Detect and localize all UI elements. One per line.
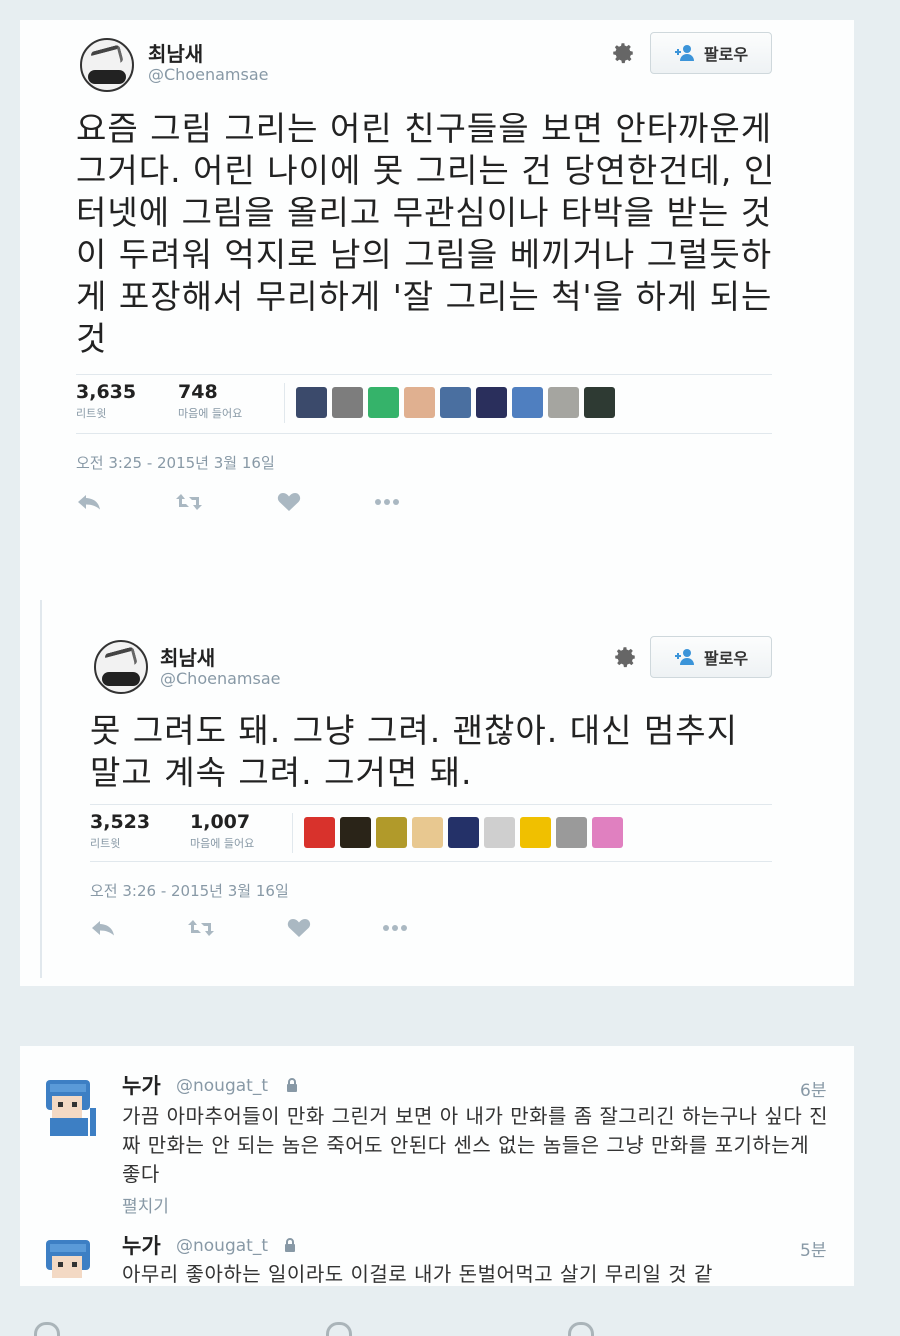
- user-avatar[interactable]: [80, 38, 134, 92]
- heart-icon[interactable]: [568, 1322, 594, 1336]
- liker-avatar[interactable]: [296, 387, 327, 418]
- gear-icon[interactable]: [610, 40, 636, 66]
- list-item[interactable]: 누가 @nougat_t 6분 가끔 아마추어들이 만화 그린거 보면 아 내가…: [20, 1046, 854, 1226]
- liker-avatar[interactable]: [592, 817, 623, 848]
- retweet-stat[interactable]: 3,635 리트윗: [76, 381, 136, 421]
- liker-avatar[interactable]: [440, 387, 471, 418]
- more-icon[interactable]: [382, 918, 408, 938]
- liker-avatar[interactable]: [512, 387, 543, 418]
- tweet-text: 요즘 그림 그리는 어린 친구들을 보면 안타까운게 그거다. 어린 나이에 못…: [76, 109, 776, 358]
- follow-label: 팔로우: [703, 649, 749, 668]
- reply-time[interactable]: 6분: [800, 1076, 826, 1101]
- user-handle[interactable]: @Choenamsae: [148, 65, 268, 84]
- liker-avatar[interactable]: [332, 387, 363, 418]
- liker-avatar[interactable]: [556, 817, 587, 848]
- reply-user-name[interactable]: 누가: [122, 1070, 161, 1100]
- tweet-stats: 3,635 리트윗 748 마음에 들어요: [76, 374, 772, 434]
- user-handle[interactable]: @Choenamsae: [160, 669, 280, 688]
- tweet-timestamp[interactable]: 오전 3:25 - 2015년 3월 16일: [76, 452, 275, 473]
- reply-user-name[interactable]: 누가: [122, 1230, 161, 1260]
- add-user-icon: [674, 649, 694, 665]
- like-label: 마음에 들어요: [178, 407, 243, 420]
- like-count: 1,007: [190, 811, 251, 833]
- reply-user-handle[interactable]: @nougat_t: [176, 1076, 268, 1096]
- back-icon[interactable]: [34, 1322, 60, 1336]
- gear-icon[interactable]: [612, 644, 638, 670]
- heart-icon[interactable]: [286, 918, 312, 938]
- retweet-icon[interactable]: [176, 492, 202, 512]
- liker-avatars: [304, 817, 623, 848]
- home-icon[interactable]: [326, 1322, 352, 1336]
- user-name[interactable]: 최남새: [148, 38, 203, 67]
- liker-avatar[interactable]: [584, 387, 615, 418]
- liker-avatar[interactable]: [404, 387, 435, 418]
- reply-time[interactable]: 5분: [800, 1236, 826, 1261]
- liker-avatar[interactable]: [448, 817, 479, 848]
- tweet-card: 최남새 @Choenamsae 팔로우 요즘 그림 그리는 어린 친구들을 보면…: [20, 20, 854, 986]
- retweet-stat[interactable]: 3,523 리트윗: [90, 811, 150, 851]
- like-label: 마음에 들어요: [190, 837, 255, 850]
- user-avatar[interactable]: [42, 1238, 104, 1300]
- lock-icon: [285, 1238, 295, 1252]
- liker-avatar[interactable]: [340, 817, 371, 848]
- follow-label: 팔로우: [703, 45, 749, 64]
- heart-icon[interactable]: [276, 492, 302, 512]
- liker-avatar[interactable]: [304, 817, 335, 848]
- retweet-count: 3,523: [90, 811, 151, 833]
- list-item[interactable]: 누가 @nougat_t 5분 아무리 좋아하는 일이라도 이걸로 내가 돈벌어…: [20, 1226, 854, 1286]
- retweet-label: 리트윗: [76, 407, 107, 420]
- liker-avatar[interactable]: [368, 387, 399, 418]
- liker-avatar[interactable]: [376, 817, 407, 848]
- reply-icon[interactable]: [90, 918, 116, 938]
- more-icon[interactable]: [374, 492, 400, 512]
- reply-text: 아무리 좋아하는 일이라도 이걸로 내가 돈벌어먹고 살기 무리일 것 같: [122, 1262, 713, 1286]
- add-user-icon: [674, 45, 694, 61]
- bottom-tab-bar: [0, 1316, 900, 1336]
- stats-divider: [292, 813, 293, 853]
- liker-avatar[interactable]: [484, 817, 515, 848]
- liker-avatar[interactable]: [476, 387, 507, 418]
- reply-user-handle[interactable]: @nougat_t: [176, 1236, 268, 1256]
- quoted-tweet-text: 못 그려도 돼. 그냥 그려. 괜찮아. 대신 멈추지 말고 계속 그려. 그거…: [90, 711, 739, 792]
- user-avatar[interactable]: [94, 640, 148, 694]
- user-name[interactable]: 최남새: [160, 642, 215, 671]
- lock-icon: [287, 1078, 297, 1092]
- retweet-icon[interactable]: [188, 918, 214, 938]
- like-count: 748: [178, 381, 218, 403]
- reply-icon[interactable]: [76, 492, 102, 512]
- expand-link[interactable]: 펼치기: [122, 1192, 169, 1217]
- user-avatar[interactable]: [42, 1078, 104, 1140]
- retweet-label: 리트윗: [90, 837, 121, 850]
- follow-button[interactable]: 팔로우: [650, 636, 772, 678]
- reply-list: 누가 @nougat_t 6분 가끔 아마추어들이 만화 그린거 보면 아 내가…: [20, 1046, 854, 1286]
- stats-divider: [284, 383, 285, 423]
- liker-avatar[interactable]: [548, 387, 579, 418]
- retweet-count: 3,635: [76, 381, 137, 403]
- follow-button[interactable]: 팔로우: [650, 32, 772, 74]
- like-stat[interactable]: 748 마음에 들어요: [178, 381, 242, 421]
- liker-avatars: [296, 387, 615, 418]
- liker-avatar[interactable]: [520, 817, 551, 848]
- like-stat[interactable]: 1,007 마음에 들어요: [190, 811, 254, 851]
- liker-avatar[interactable]: [412, 817, 443, 848]
- tweet-timestamp[interactable]: 오전 3:26 - 2015년 3월 16일: [90, 880, 289, 901]
- reply-text: 가끔 아마추어들이 만화 그린거 보면 아 내가 만화를 좀 잘그리긴 하는구나…: [122, 1104, 828, 1186]
- tweet-stats: 3,523 리트윗 1,007 마음에 들어요: [90, 804, 772, 862]
